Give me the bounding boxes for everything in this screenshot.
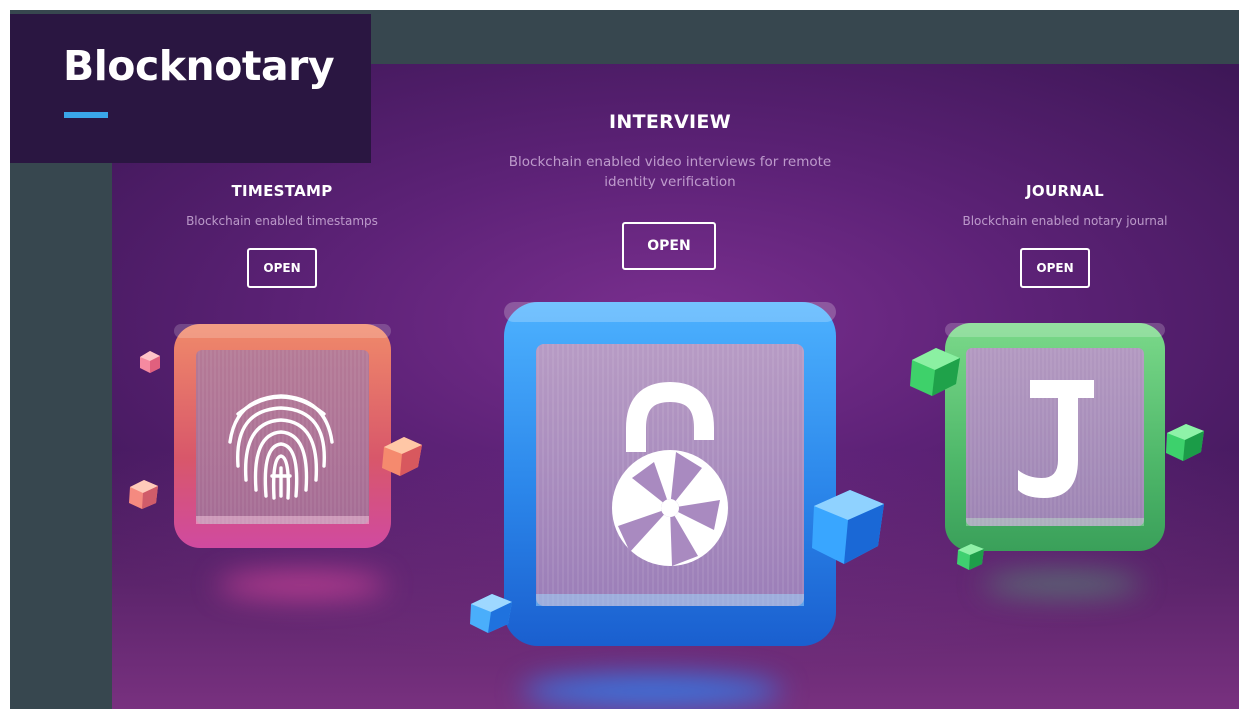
green-cube-small bbox=[957, 544, 984, 570]
title-accent-bar bbox=[64, 112, 108, 118]
journal-tile[interactable] bbox=[942, 320, 1168, 554]
timestamp-card-header: TIMESTAMP Blockchain enabled timestamps bbox=[152, 182, 412, 228]
brand-title: Blocknotary bbox=[63, 42, 335, 90]
timestamp-description: Blockchain enabled timestamps bbox=[186, 214, 378, 228]
interview-description: Blockchain enabled video interviews for … bbox=[508, 154, 832, 190]
interview-open-button[interactable]: OPEN bbox=[622, 222, 716, 270]
interview-title: INTERVIEW bbox=[609, 111, 731, 133]
journal-description: Blockchain enabled notary journal bbox=[962, 214, 1168, 228]
green-cube-right bbox=[1166, 424, 1204, 461]
interview-floor-glow bbox=[522, 674, 782, 708]
interview-card-header: INTERVIEW Blockchain enabled video inter… bbox=[478, 111, 862, 192]
title-panel: Blocknotary bbox=[10, 14, 371, 163]
red-cube-right bbox=[382, 437, 422, 476]
journal-open-button[interactable]: OPEN bbox=[1020, 248, 1090, 288]
green-cube-large bbox=[910, 348, 960, 396]
red-cube-small-top bbox=[140, 351, 160, 373]
journal-title: JOURNAL bbox=[1026, 182, 1104, 200]
timestamp-title: TIMESTAMP bbox=[231, 182, 333, 200]
blue-cube-large bbox=[812, 490, 884, 564]
letter-j-icon bbox=[1018, 380, 1094, 498]
camera-lock-icon bbox=[612, 381, 728, 566]
journal-card-header: JOURNAL Blockchain enabled notary journa… bbox=[935, 182, 1195, 228]
fingerprint-icon bbox=[228, 394, 334, 500]
timestamp-floor-glow bbox=[217, 572, 387, 598]
blue-cube-small bbox=[470, 594, 512, 633]
journal-floor-glow bbox=[982, 572, 1142, 596]
timestamp-tile[interactable] bbox=[170, 320, 395, 552]
timestamp-open-button[interactable]: OPEN bbox=[247, 248, 317, 288]
interview-tile[interactable] bbox=[502, 300, 838, 650]
red-cube-left bbox=[129, 480, 158, 509]
